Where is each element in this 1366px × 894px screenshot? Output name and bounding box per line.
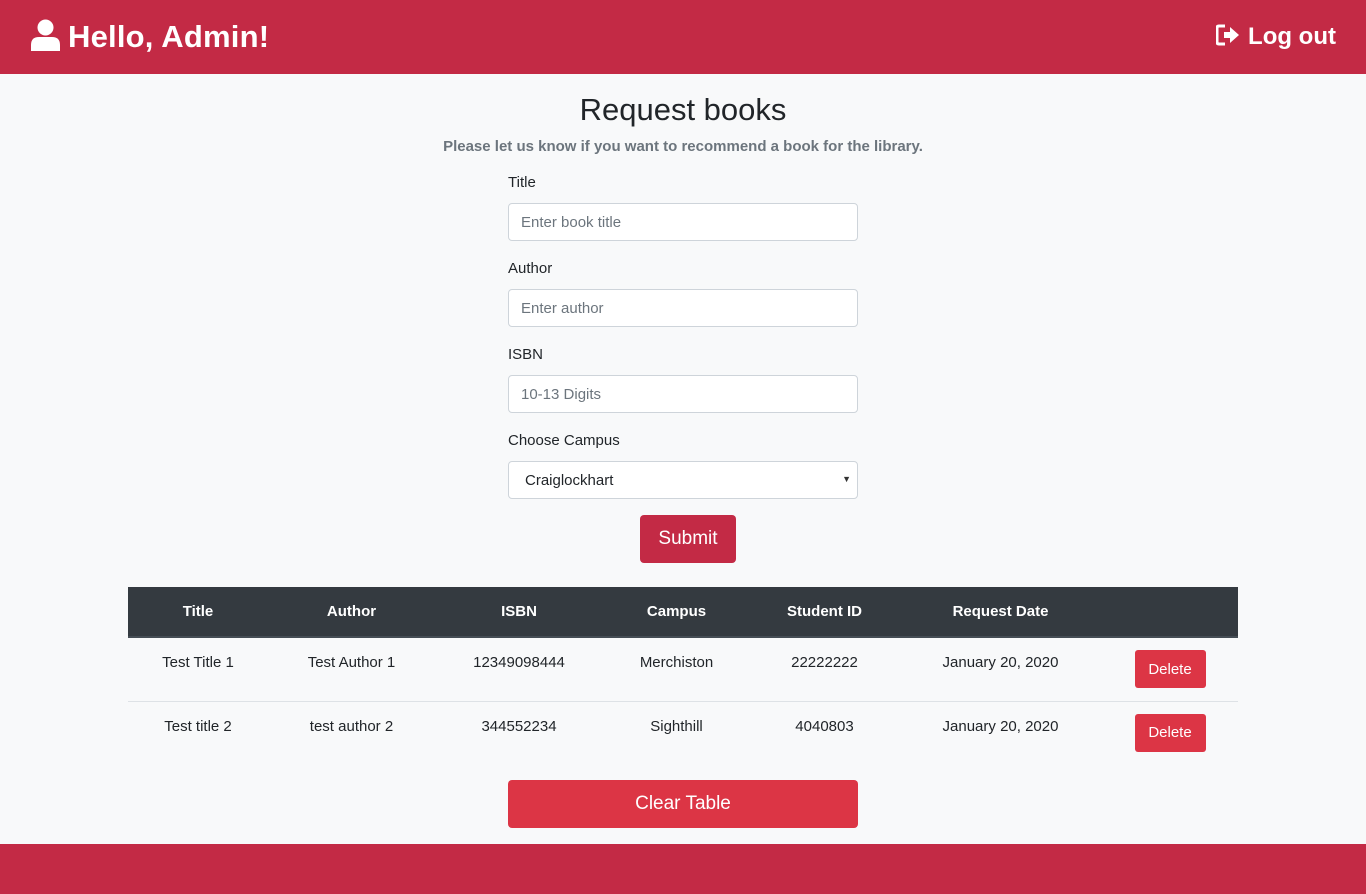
cell-student-id: 22222222 (750, 637, 899, 702)
title-label: Title (508, 174, 536, 191)
author-input[interactable] (508, 289, 858, 327)
cell-request-date: January 20, 2020 (942, 717, 1059, 735)
cell-title: Test title 2 (164, 717, 232, 735)
requests-table: Title Author ISBN Campus Student ID Requ… (128, 587, 1238, 765)
header-author: Author (268, 587, 435, 638)
cell-isbn: 12349098444 (435, 637, 603, 702)
logout-label: Log out (1248, 23, 1336, 50)
header-campus: Campus (603, 587, 750, 638)
top-navbar: Hello, Admin! Log out (0, 0, 1366, 74)
cell-request-date: January 20, 2020 (899, 637, 1102, 702)
cell-title: Test Title 1 (128, 637, 268, 702)
page-title: Request books (579, 92, 787, 127)
header-student-id: Student ID (750, 587, 899, 638)
header-request-date: Request Date (899, 587, 1102, 638)
cell-author: Test Author 1 (268, 637, 435, 702)
cell-campus: Merchiston (603, 637, 750, 702)
header-actions (1102, 587, 1238, 638)
campus-selected-value: Craiglockhart (525, 471, 614, 489)
main-content: Request books Please let us know if you … (0, 74, 1366, 844)
campus-group: Choose Campus Craiglockhart ▼ (508, 432, 858, 518)
page-subtitle: Please let us know if you want to recomm… (443, 138, 923, 155)
title-input[interactable] (508, 203, 858, 241)
table-header-row: Title Author ISBN Campus Student ID Requ… (128, 587, 1238, 638)
submit-button[interactable]: Submit (640, 515, 736, 563)
cell-actions: Delete (1102, 701, 1238, 765)
campus-label: Choose Campus (508, 432, 620, 449)
request-book-form: Title Author ISBN Choose Campus Craigloc… (508, 174, 858, 518)
title-group: Title (508, 174, 858, 260)
delete-button[interactable]: Delete (1134, 713, 1206, 752)
greeting-title: Hello, Admin! (68, 19, 270, 54)
caret-down-icon: ▼ (842, 474, 851, 484)
greeting: Hello, Admin! (31, 19, 269, 56)
isbn-label: ISBN (508, 346, 544, 363)
cell-campus: Sighthill (650, 717, 703, 735)
cell-actions: Delete (1102, 637, 1238, 702)
clear-table-button[interactable]: Clear Table (508, 780, 858, 828)
header-isbn: ISBN (435, 587, 603, 638)
delete-button[interactable]: Delete (1134, 650, 1206, 688)
sign-out-icon (1215, 24, 1241, 51)
author-group: Author (508, 260, 858, 346)
isbn-group: ISBN (508, 346, 858, 432)
footer-bar (0, 844, 1366, 894)
campus-select[interactable]: Craiglockhart ▼ (508, 461, 858, 499)
cell-author: test author 2 (309, 717, 394, 735)
table-row: Test Title 1 Test Author 1 12349098444 M… (128, 637, 1238, 702)
table-row: Test title 2 test author 2 344552234 Sig… (128, 701, 1238, 765)
logout-button[interactable]: Log out (1215, 23, 1336, 51)
header-title: Title (128, 587, 268, 638)
author-label: Author (508, 260, 553, 277)
user-icon (31, 19, 60, 56)
isbn-input[interactable] (508, 375, 858, 413)
cell-isbn: 344552234 (481, 717, 557, 735)
cell-student-id: 4040803 (795, 717, 854, 735)
